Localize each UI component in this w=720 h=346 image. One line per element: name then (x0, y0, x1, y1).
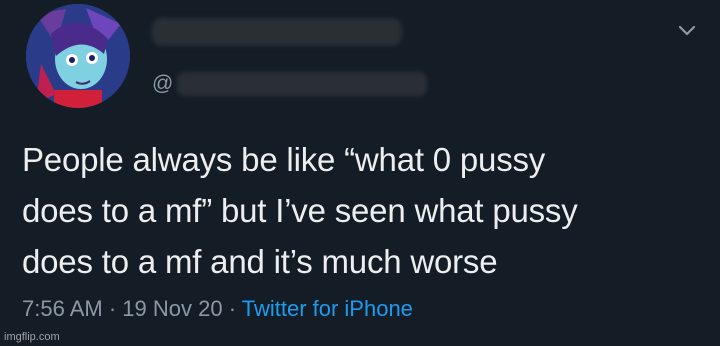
tweet-time[interactable]: 7:56 AM (22, 296, 103, 321)
tweet-source-link[interactable]: Twitter for iPhone (242, 296, 413, 321)
handle-prefix: @ (152, 72, 174, 95)
avatar-image (26, 4, 130, 108)
display-name-redacted (152, 18, 402, 46)
avatar[interactable] (26, 4, 130, 108)
tweet-text-line: does to a mf” but I’ve seen what pussy (22, 192, 578, 229)
meta-separator: · (102, 296, 123, 321)
watermark: imgflip.com (4, 331, 60, 343)
tweet-text-line: does to a mf and it’s much worse (22, 243, 498, 280)
tweet-card: @ People always be like “what 0 pussy do… (0, 0, 720, 346)
handle-redacted (177, 72, 428, 96)
tweet-date[interactable]: 19 Nov 20 (122, 296, 222, 321)
tweet-text-line: People always be like “what 0 pussy (22, 141, 546, 178)
chevron-down-icon[interactable] (676, 20, 698, 42)
tweet-meta: 7:56 AM · 19 Nov 20 · Twitter for iPhone (22, 296, 413, 322)
tweet-text: People always be like “what 0 pussy does… (22, 134, 692, 287)
handle[interactable]: @ (152, 72, 428, 96)
meta-separator: · (222, 296, 242, 321)
